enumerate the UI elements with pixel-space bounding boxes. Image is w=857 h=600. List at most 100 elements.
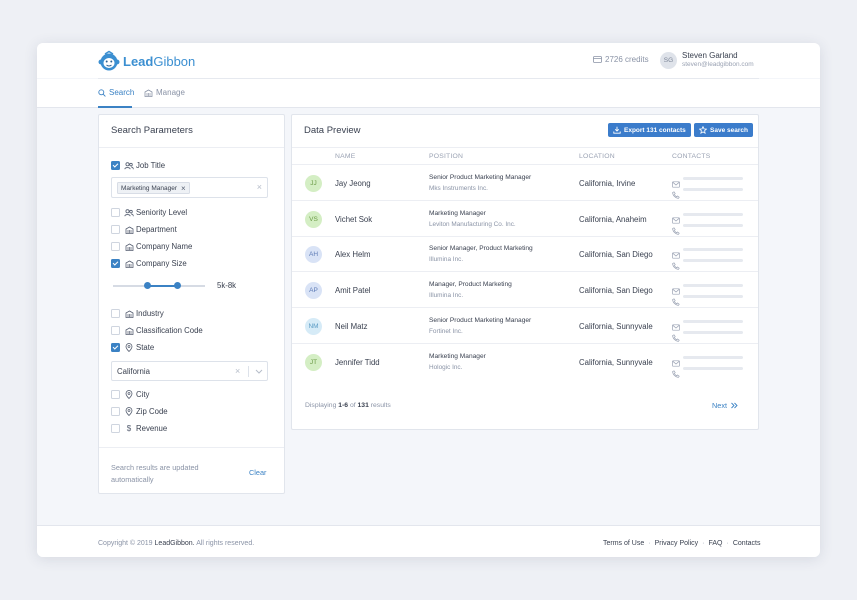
contact-position: Marketing Manager <box>429 352 486 360</box>
contact-location: California, Anaheim <box>579 214 647 224</box>
column-header-position[interactable]: POSITION <box>429 153 463 160</box>
privacy-link[interactable]: Privacy Policy <box>655 540 699 547</box>
revenue-checkbox[interactable] <box>111 424 120 433</box>
save-search-button[interactable]: Save search <box>694 123 753 137</box>
contact-location: California, Irvine <box>579 179 636 188</box>
nav-tabs: Search Manage <box>37 79 820 108</box>
copyright-brand: LeadGibbon. <box>154 540 195 547</box>
contact-name[interactable]: Vichet Sok <box>335 215 372 224</box>
filter-job-title[interactable]: Job Title <box>111 160 165 171</box>
user-email: steven@leadgibbon.com <box>682 61 754 68</box>
state-checkbox[interactable] <box>111 343 120 352</box>
contacts-link[interactable]: Contacts <box>733 540 761 547</box>
filter-company-size[interactable]: Company Size <box>111 258 187 269</box>
next-page-button[interactable]: Next <box>712 401 739 410</box>
pagination-summary: Displaying 1-6 of 131 results <box>305 402 391 409</box>
city-checkbox[interactable] <box>111 390 120 399</box>
contact-name[interactable]: Alex Helm <box>335 250 371 259</box>
email-placeholder <box>683 212 743 216</box>
filter-department[interactable]: Department <box>111 224 177 235</box>
mail-icon <box>672 354 680 367</box>
panel-footer-divider <box>99 447 284 448</box>
user-avatar[interactable]: SG <box>660 52 677 69</box>
credit-card-icon <box>593 56 602 63</box>
department-checkbox[interactable] <box>111 225 120 234</box>
filter-classification-code[interactable]: Classification Code <box>111 325 203 336</box>
company-size-value: 5k-8k <box>217 281 237 290</box>
zip-code-checkbox[interactable] <box>111 407 120 416</box>
phone-placeholder <box>683 330 743 334</box>
contact-name[interactable]: Jennifer Tidd <box>335 358 380 367</box>
phone-placeholder <box>683 223 743 227</box>
user-name[interactable]: Steven Garland <box>682 51 738 60</box>
table-row[interactable]: AH Alex Helm Senior Manager, Product Marke… <box>292 236 758 273</box>
terms-link[interactable]: Terms of Use <box>603 540 644 547</box>
seniority-level-checkbox[interactable] <box>111 208 120 217</box>
filter-state[interactable]: State <box>111 342 154 353</box>
export-contacts-button[interactable]: Export 131 contacts <box>608 123 691 137</box>
company-size-checkbox[interactable] <box>111 259 120 268</box>
filter-company-name[interactable]: Company Name <box>111 241 192 252</box>
filter-zip-code[interactable]: Zip Code <box>111 406 168 417</box>
chevron-down-icon[interactable] <box>254 365 264 377</box>
building-icon <box>124 225 134 235</box>
data-preview-title: Data Preview <box>304 125 361 136</box>
phone-icon <box>672 257 680 271</box>
column-header-location[interactable]: LOCATION <box>579 153 615 160</box>
double-chevron-right-icon <box>731 402 738 409</box>
table-row[interactable]: JJ Jay Jeong Senior Product Marketing Mana… <box>292 165 758 201</box>
select-separator <box>248 366 249 377</box>
job-title-label: Job Title <box>136 161 166 170</box>
company-name-checkbox[interactable] <box>111 242 120 251</box>
tab-manage[interactable]: Manage <box>144 88 185 97</box>
column-header-name[interactable]: NAME <box>335 153 355 160</box>
contact-company: Illumina Inc. <box>429 256 464 264</box>
phone-placeholder <box>683 295 743 299</box>
job-title-input[interactable]: Marketing Manager × × <box>111 177 268 198</box>
slider-min-handle[interactable] <box>144 282 151 289</box>
phone-icon <box>672 186 680 199</box>
slider-max-handle[interactable] <box>174 282 181 289</box>
table-row[interactable]: AP Amit Patel Manager, Product Marketing Il… <box>292 272 758 309</box>
pin-icon <box>124 407 134 417</box>
users-icon <box>124 161 134 171</box>
table-row[interactable]: NM Neil Matz Senior Product Marketing Mana… <box>292 308 758 344</box>
email-placeholder <box>683 319 743 323</box>
clear-select-icon[interactable]: × <box>235 366 240 376</box>
tab-search[interactable]: Search <box>98 88 134 97</box>
filter-city[interactable]: City <box>111 389 149 400</box>
clear-button[interactable]: Clear <box>249 468 266 477</box>
faq-link[interactable]: FAQ <box>709 540 723 547</box>
table-row[interactable]: JT Jennifer Tidd Marketing Manager Hologic … <box>292 344 758 380</box>
state-select[interactable]: California × <box>111 361 268 381</box>
filter-industry[interactable]: Industry <box>111 308 164 319</box>
filter-revenue[interactable]: $ Revenue <box>111 423 167 434</box>
industry-label: Industry <box>136 309 164 318</box>
download-icon <box>613 126 621 134</box>
contact-name[interactable]: Neil Matz <box>335 322 368 331</box>
job-title-tag-label: Marketing Manager <box>121 184 177 192</box>
phone-placeholder <box>683 188 743 191</box>
logo[interactable]: LeadGibbon <box>98 50 195 72</box>
phone-icon <box>672 329 680 342</box>
remove-tag-icon[interactable]: × <box>181 184 186 193</box>
data-preview-panel: Data Preview Export 131 contacts Save se… <box>291 114 759 430</box>
contact-avatar: AH <box>305 246 322 264</box>
email-placeholder <box>683 355 743 359</box>
table-row[interactable]: VS Vichet Sok Marketing Manager Leviton Man… <box>292 201 758 237</box>
classification-code-checkbox[interactable] <box>111 326 120 335</box>
top-bar: LeadGibbon 2726 credits SG Steven Garlan… <box>37 43 820 78</box>
search-icon <box>98 88 106 97</box>
contact-company: Illumina Inc. <box>429 292 464 300</box>
active-tab-indicator <box>98 106 132 108</box>
filter-seniority-level[interactable]: Seniority Level <box>111 207 187 218</box>
contact-name[interactable]: Jay Jeong <box>335 179 371 188</box>
mail-icon <box>672 175 680 188</box>
contact-company: Fortinet Inc. <box>429 327 463 335</box>
column-header-contacts[interactable]: CONTACTS <box>672 153 710 160</box>
job-title-checkbox[interactable] <box>111 161 120 170</box>
clear-input-icon[interactable]: × <box>257 182 262 192</box>
contact-name[interactable]: Amit Patel <box>335 286 371 295</box>
industry-checkbox[interactable] <box>111 309 120 318</box>
footer-links: Terms of Use · Privacy Policy · FAQ · Conta… <box>603 540 761 547</box>
